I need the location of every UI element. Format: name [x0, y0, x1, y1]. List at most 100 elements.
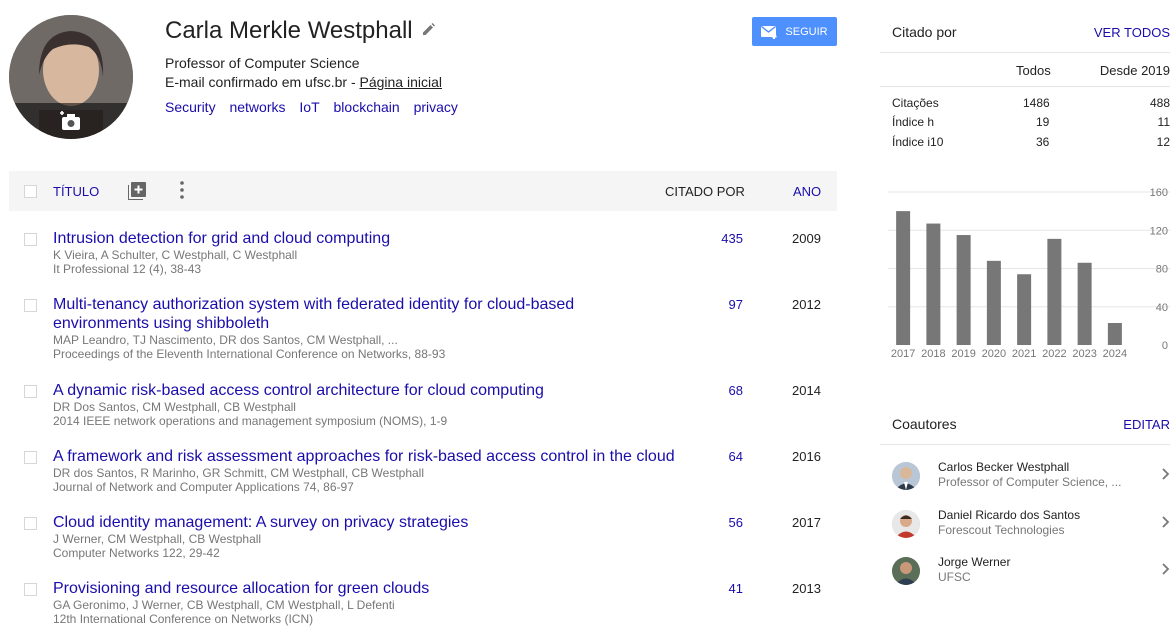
profile-affiliation: Professor of Computer Science: [165, 55, 360, 71]
article-venue: 12th International Conference on Network…: [53, 612, 314, 626]
divider: [880, 52, 1170, 53]
chart-bar-2021: [1017, 274, 1032, 345]
chart-y-tick-label: 80: [1156, 264, 1168, 276]
profile-email: E-mail confirmado em ufsc.br - Página in…: [165, 74, 442, 90]
chart-y-tick-label: 160: [1150, 187, 1168, 199]
coauthor-name: Carlos Becker Westphall: [938, 460, 1070, 474]
chart-bar-2023: [1077, 262, 1092, 345]
article-year: 2014: [792, 383, 821, 398]
chart-x-tick-label: 2024: [1103, 348, 1127, 360]
interest-security[interactable]: Security: [165, 99, 216, 115]
article-title[interactable]: Intrusion detection for grid and cloud c…: [53, 230, 390, 247]
chart-bar-2017: [896, 211, 911, 345]
more-options-icon[interactable]: [180, 181, 184, 199]
article-checkbox[interactable]: [24, 451, 37, 464]
coauthor-item[interactable]: Daniel Ricardo dos Santos Forescout Tech…: [892, 508, 1170, 546]
article-authors: DR Dos Santos, CM Westphall, CB Westphal…: [53, 400, 296, 414]
profile-photo[interactable]: [9, 15, 133, 139]
metric-since: 11: [1157, 115, 1170, 129]
chart-bar-2018: [926, 223, 941, 345]
article-cited-count[interactable]: 64: [709, 449, 743, 464]
article-checkbox[interactable]: [24, 299, 37, 312]
coauthor-affiliation: UFSC: [938, 570, 971, 584]
chart-x-tick-label: 2019: [951, 348, 975, 360]
articles-table-header: TÍTULO CITADO POR ANO: [9, 171, 837, 211]
chart-bar-2019: [956, 235, 971, 345]
chevron-right-icon: [1162, 468, 1170, 480]
follow-button[interactable]: SEGUIR: [752, 17, 837, 46]
research-interests: Security networks IoT blockchain privacy: [165, 99, 468, 115]
interest-blockchain[interactable]: blockchain: [334, 99, 400, 115]
article-venue: Proceedings of the Eleventh Internationa…: [53, 347, 446, 361]
interest-iot[interactable]: IoT: [299, 99, 319, 115]
follow-label: SEGUIR: [785, 25, 828, 38]
article-checkbox[interactable]: [24, 517, 37, 530]
article-venue: Computer Networks 122, 29-42: [53, 546, 220, 560]
homepage-link[interactable]: Página inicial: [360, 74, 443, 90]
article-title[interactable]: A framework and risk assessment approach…: [53, 448, 675, 465]
cited-by-column: CITADO POR: [665, 184, 745, 199]
metric-label: Índice i10: [892, 135, 944, 149]
article-checkbox[interactable]: [24, 233, 37, 246]
article-year: 2013: [792, 581, 821, 596]
chart-x-tick-label: 2022: [1042, 348, 1066, 360]
col-all: Todos: [1016, 63, 1051, 78]
metric-all: 1486: [1023, 96, 1050, 110]
edit-pencil-icon[interactable]: [422, 23, 435, 36]
article-year: 2016: [792, 449, 821, 464]
article-title[interactable]: Multi-tenancy authorization system with …: [53, 296, 574, 332]
add-article-icon[interactable]: [128, 182, 146, 200]
metric-label: Índice h: [892, 115, 935, 129]
coauthor-item[interactable]: Jorge Werner UFSC: [892, 555, 1170, 593]
chart-bar-2022: [1047, 238, 1062, 345]
select-all-checkbox[interactable]: [24, 185, 37, 198]
article-venue: It Professional 12 (4), 38-43: [53, 262, 202, 276]
coauthors-title: Coautores: [892, 416, 957, 432]
chevron-right-icon: [1162, 563, 1170, 575]
coauthor-avatar: [892, 462, 920, 490]
coauthor-name: Jorge Werner: [938, 555, 1011, 569]
coauthor-affiliation: Professor of Computer Science, ...: [938, 475, 1122, 489]
add-photo-icon[interactable]: [59, 111, 83, 131]
article-title[interactable]: A dynamic risk-based access control arch…: [53, 382, 544, 399]
metric-since: 488: [1149, 96, 1170, 110]
coauthor-affiliation: Forescout Technologies: [938, 523, 1065, 537]
article-title[interactable]: Provisioning and resource allocation for…: [53, 580, 429, 597]
article-cited-count[interactable]: 41: [709, 581, 743, 596]
article-cited-count[interactable]: 56: [709, 515, 743, 530]
coauthor-name: Daniel Ricardo dos Santos: [938, 508, 1081, 522]
citations-per-year-chart: 160 120 80 40 0 2017 2018 2019 2020 2021 2022 2023 2…: [888, 187, 1170, 360]
chart-bar-2024: [1107, 323, 1122, 345]
article-cited-count[interactable]: 97: [709, 297, 743, 312]
article-title[interactable]: Cloud identity management: A survey on p…: [53, 514, 468, 531]
sort-by-year[interactable]: ANO: [793, 184, 821, 199]
divider: [880, 444, 1170, 445]
coauthor-avatar: [892, 510, 920, 538]
article-checkbox[interactable]: [24, 385, 37, 398]
coauthor-item[interactable]: Carlos Becker Westphall Professor of Com…: [892, 460, 1170, 498]
sort-by-title[interactable]: TÍTULO: [53, 184, 99, 199]
chart-x-tick-label: 2023: [1072, 348, 1096, 360]
metric-since: 12: [1156, 135, 1170, 149]
article-venue: 2014 IEEE network operations and managem…: [53, 414, 448, 428]
article-year: 2017: [792, 515, 821, 530]
chart-x-tick-label: 2018: [921, 348, 945, 360]
article-year: 2009: [792, 231, 821, 246]
article-authors: K Vieira, A Schulter, C Westphall, C Wes…: [53, 248, 298, 262]
chevron-right-icon: [1162, 516, 1170, 528]
metric-all: 36: [1036, 135, 1050, 149]
article-checkbox[interactable]: [24, 583, 37, 596]
article-cited-count[interactable]: 68: [709, 383, 743, 398]
interest-privacy[interactable]: privacy: [414, 99, 458, 115]
chart-bar-2020: [986, 260, 1001, 345]
profile-name: Carla Merkle Westphall: [165, 17, 413, 44]
article-authors: GA Geronimo, J Werner, CB Westphall, CM …: [53, 598, 395, 612]
edit-coauthors-button[interactable]: EDITAR: [1123, 417, 1170, 432]
interest-networks[interactable]: networks: [229, 99, 285, 115]
chart-x-tick-label: 2021: [1012, 348, 1036, 360]
chart-y-tick-label: 40: [1156, 302, 1168, 314]
col-since: Desde 2019: [1099, 63, 1170, 78]
article-cited-count[interactable]: 435: [709, 231, 743, 246]
view-all-button[interactable]: VER TODOS: [1094, 25, 1170, 40]
chart-x-tick-label: 2017: [891, 348, 915, 360]
